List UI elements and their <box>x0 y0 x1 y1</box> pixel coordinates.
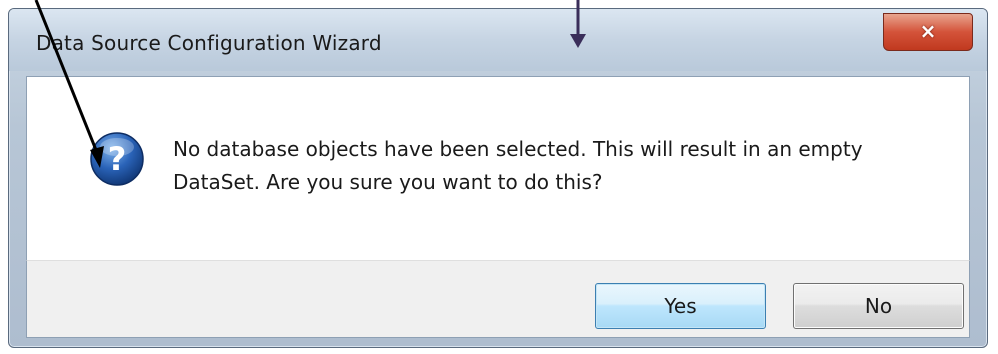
button-bar: Yes No <box>26 260 970 338</box>
message-line-2: DataSet. Are you sure you want to do thi… <box>173 170 603 194</box>
close-icon: × <box>919 19 937 43</box>
dialog-window: Data Source Configuration Wizard × ? No … <box>8 8 988 348</box>
no-button[interactable]: No <box>793 283 964 329</box>
message-area: ? No database objects have been selected… <box>26 76 970 260</box>
close-button[interactable]: × <box>883 13 973 51</box>
message-line-1: No database objects have been selected. … <box>173 137 863 161</box>
yes-button[interactable]: Yes <box>595 283 766 329</box>
question-icon: ? <box>90 132 144 186</box>
window-title: Data Source Configuration Wizard <box>36 31 382 55</box>
title-bar[interactable]: Data Source Configuration Wizard × <box>9 9 987 71</box>
svg-text:?: ? <box>108 140 127 178</box>
message-text: No database objects have been selected. … <box>173 133 953 199</box>
